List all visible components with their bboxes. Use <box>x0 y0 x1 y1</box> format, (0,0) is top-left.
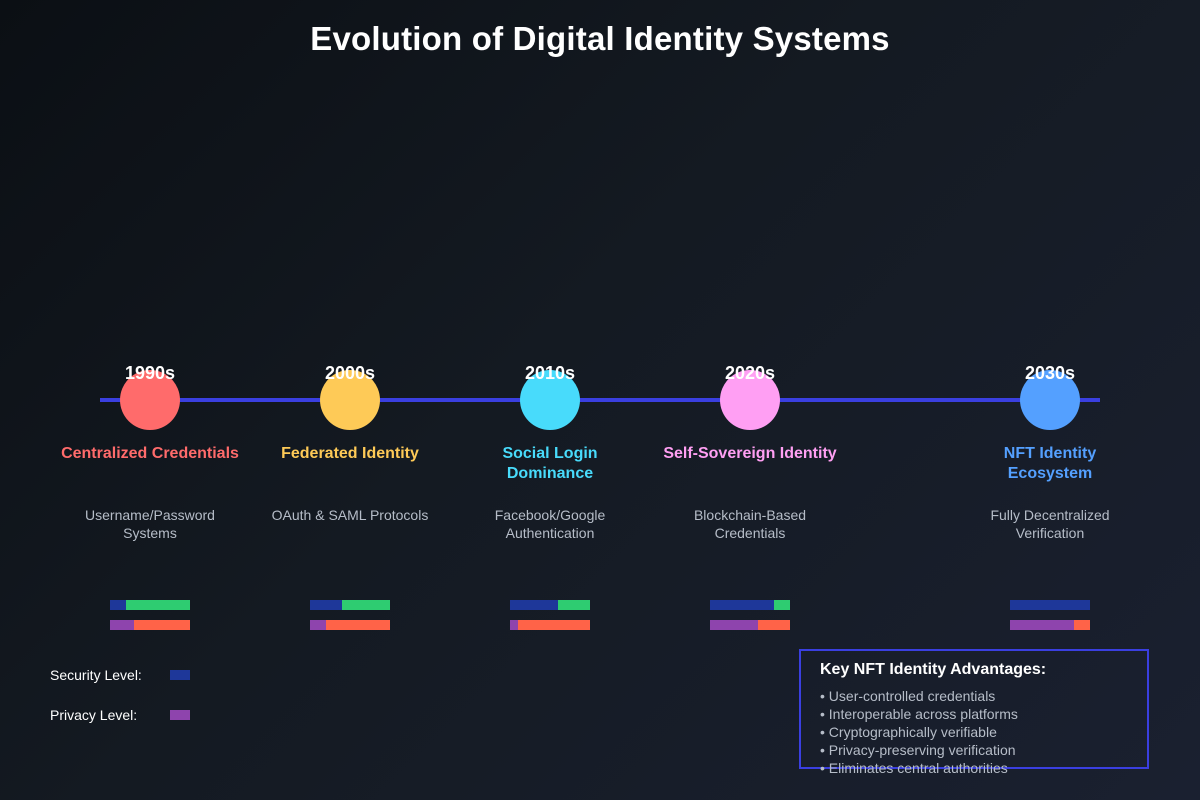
era-privacy-bar <box>110 620 190 630</box>
advantage-item: • Eliminates central authorities <box>820 760 1008 776</box>
era-year: 2000s <box>324 363 376 383</box>
era-security-bar <box>310 600 390 610</box>
legend-security-swatch <box>170 670 190 680</box>
era-security-bar <box>710 600 790 610</box>
era-security-level <box>1010 600 1090 610</box>
era-year: 2030s <box>1024 363 1076 383</box>
advantage-item: • User-controlled credentials <box>820 688 996 704</box>
era-privacy-level <box>710 620 758 630</box>
era-year: 2020s <box>724 363 776 383</box>
legend-security-label: Security Level: <box>50 667 142 683</box>
era-description: Fully Decentralized Verification <box>990 507 1110 541</box>
era-description: Username/Password Systems <box>85 507 215 541</box>
era-description: Blockchain-Based Credentials <box>693 507 807 541</box>
advantage-item: • Cryptographically verifiable <box>820 724 997 740</box>
era-name: Social Login Dominance <box>502 445 598 482</box>
era-security-bar <box>110 600 190 610</box>
era-privacy-level <box>310 620 326 630</box>
advantages-box: Key NFT Identity Advantages: • User-cont… <box>799 649 1149 776</box>
era-year: 1990s <box>124 363 176 383</box>
era-name: Federated Identity <box>281 445 419 462</box>
era-privacy-bar <box>510 620 590 630</box>
era-name: Centralized Credentials <box>61 445 239 462</box>
era-privacy-level <box>110 620 134 630</box>
era-privacy-bar <box>710 620 790 630</box>
timeline-line <box>100 398 1100 402</box>
advantages-title: Key NFT Identity Advantages: <box>820 661 1047 678</box>
advantage-item: • Privacy-preserving verification <box>820 742 1016 758</box>
era-security-level <box>310 600 342 610</box>
legend-privacy-swatch <box>170 710 190 720</box>
legend-privacy-label: Privacy Level: <box>50 707 138 723</box>
era-security-bar <box>510 600 590 610</box>
era-security-level <box>510 600 558 610</box>
era-privacy-bar <box>1010 620 1090 630</box>
era-description: Facebook/Google Authentication <box>494 507 606 541</box>
advantage-item: • Interoperable across platforms <box>820 706 1018 722</box>
advantages-list: • User-controlled credentials • Interope… <box>820 687 1018 777</box>
era-description: OAuth & SAML Protocols <box>271 507 429 523</box>
era-privacy-level <box>510 620 518 630</box>
era-privacy-bar <box>310 620 390 630</box>
era-year: 2010s <box>524 363 576 383</box>
era-security-level <box>710 600 774 610</box>
era-name: NFT Identity Ecosystem <box>1003 445 1097 482</box>
era-security-level <box>110 600 126 610</box>
era-security-bar <box>1010 600 1090 610</box>
era-privacy-level <box>1010 620 1074 630</box>
page-title: Evolution of Digital Identity Systems <box>310 20 890 57</box>
era-name: Self-Sovereign Identity <box>663 445 837 462</box>
